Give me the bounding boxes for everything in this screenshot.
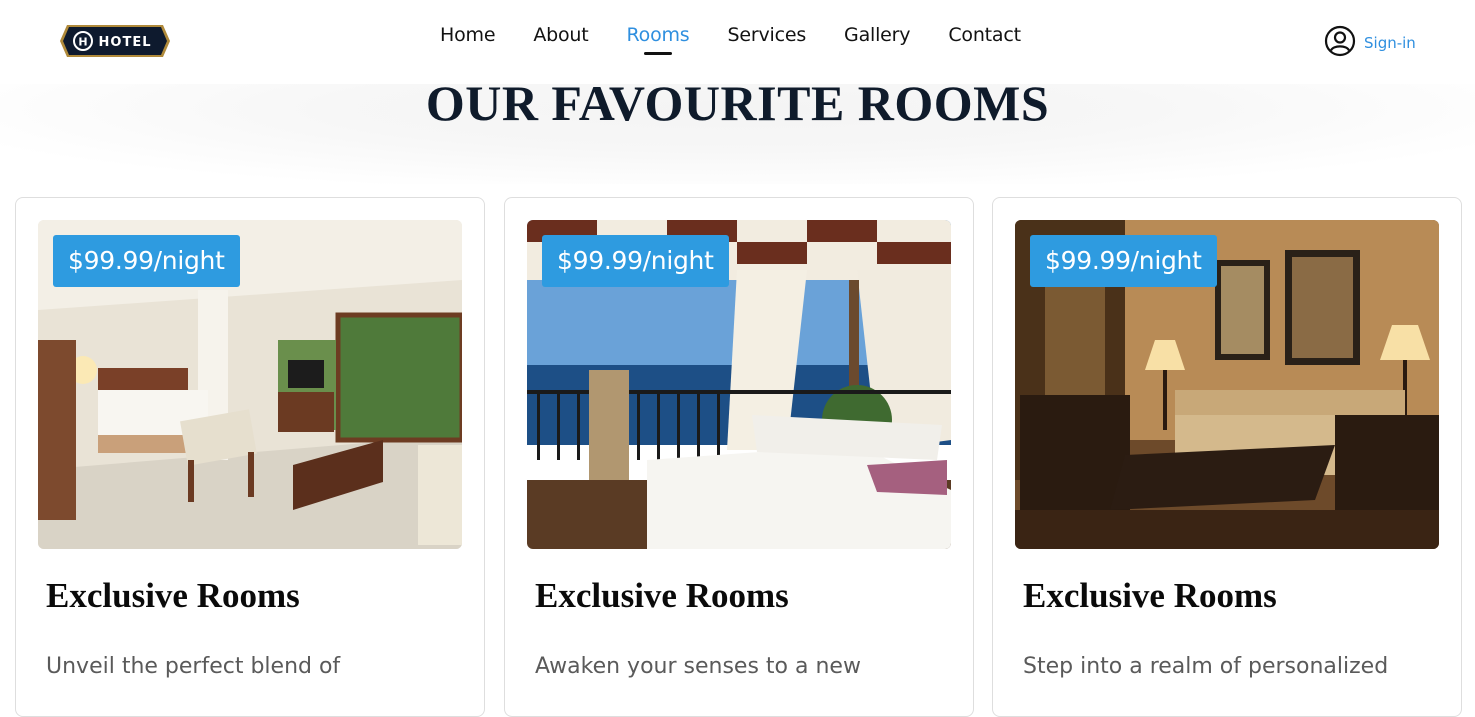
card-title: Exclusive Rooms xyxy=(1023,576,1277,615)
nav-about[interactable]: About xyxy=(533,22,588,56)
room-image-seaside-terrace: $99.99/night xyxy=(527,220,951,549)
card-title: Exclusive Rooms xyxy=(46,576,300,615)
active-nav-indicator xyxy=(644,52,672,55)
hotel-logo[interactable]: H HOTEL xyxy=(59,24,171,58)
nav-home[interactable]: Home xyxy=(440,22,496,56)
price-badge: $99.99/night xyxy=(1030,235,1217,287)
nav-rooms-label: Rooms xyxy=(626,24,690,46)
svg-text:H: H xyxy=(78,36,87,49)
nav-gallery[interactable]: Gallery xyxy=(844,22,910,56)
price-badge: $99.99/night xyxy=(542,235,729,287)
card-description: Unveil the perfect blend of xyxy=(46,654,341,679)
user-icon xyxy=(1324,25,1356,61)
section-title: OUR FAVOURITE ROOMS xyxy=(425,75,1050,131)
main-nav: Home About Rooms Services Gallery Contac… xyxy=(440,22,1059,56)
signin-button[interactable]: Sign-in xyxy=(1324,25,1416,61)
nav-rooms[interactable]: Rooms xyxy=(627,22,690,56)
signin-label: Sign-in xyxy=(1364,34,1416,52)
room-card[interactable]: $99.99/night Exclusive Rooms Unveil the … xyxy=(15,197,485,717)
room-card[interactable]: $99.99/night Exclusive Rooms Step into a… xyxy=(992,197,1462,717)
room-image-bright-suite: $99.99/night xyxy=(38,220,462,549)
room-card[interactable]: $99.99/night Exclusive Rooms Awaken your… xyxy=(504,197,974,717)
site-header: H HOTEL Home About Rooms Services Galler… xyxy=(0,0,1475,84)
nav-services[interactable]: Services xyxy=(728,22,807,56)
room-image-warm-lounge: $99.99/night xyxy=(1015,220,1439,549)
card-description: Step into a realm of personalized xyxy=(1023,654,1389,679)
price-badge: $99.99/night xyxy=(53,235,240,287)
card-title: Exclusive Rooms xyxy=(535,576,789,615)
svg-text:HOTEL: HOTEL xyxy=(99,35,152,50)
card-description: Awaken your senses to a new xyxy=(535,654,861,679)
nav-contact[interactable]: Contact xyxy=(948,22,1021,56)
